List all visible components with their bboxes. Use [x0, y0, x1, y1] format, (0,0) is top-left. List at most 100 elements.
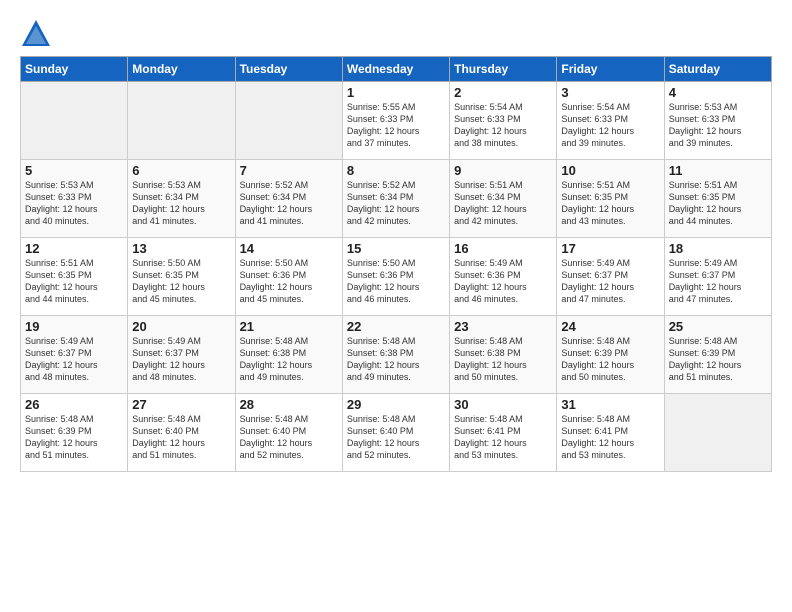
logo: [20, 18, 56, 50]
day-number: 22: [347, 319, 445, 334]
calendar-cell: 21Sunrise: 5:48 AM Sunset: 6:38 PM Dayli…: [235, 316, 342, 394]
calendar-cell: 27Sunrise: 5:48 AM Sunset: 6:40 PM Dayli…: [128, 394, 235, 472]
cell-content: Sunrise: 5:49 AM Sunset: 6:37 PM Dayligh…: [25, 335, 123, 384]
week-row-4: 19Sunrise: 5:49 AM Sunset: 6:37 PM Dayli…: [21, 316, 772, 394]
cell-content: Sunrise: 5:48 AM Sunset: 6:38 PM Dayligh…: [240, 335, 338, 384]
calendar-cell: 31Sunrise: 5:48 AM Sunset: 6:41 PM Dayli…: [557, 394, 664, 472]
calendar-cell: 17Sunrise: 5:49 AM Sunset: 6:37 PM Dayli…: [557, 238, 664, 316]
day-number: 1: [347, 85, 445, 100]
day-number: 26: [25, 397, 123, 412]
day-number: 18: [669, 241, 767, 256]
cell-content: Sunrise: 5:52 AM Sunset: 6:34 PM Dayligh…: [347, 179, 445, 228]
day-number: 4: [669, 85, 767, 100]
calendar-cell: 16Sunrise: 5:49 AM Sunset: 6:36 PM Dayli…: [450, 238, 557, 316]
day-number: 21: [240, 319, 338, 334]
cell-content: Sunrise: 5:48 AM Sunset: 6:41 PM Dayligh…: [561, 413, 659, 462]
calendar-cell: [128, 82, 235, 160]
calendar-cell: 14Sunrise: 5:50 AM Sunset: 6:36 PM Dayli…: [235, 238, 342, 316]
day-number: 6: [132, 163, 230, 178]
cell-content: Sunrise: 5:48 AM Sunset: 6:40 PM Dayligh…: [347, 413, 445, 462]
day-header-friday: Friday: [557, 57, 664, 82]
week-row-1: 1Sunrise: 5:55 AM Sunset: 6:33 PM Daylig…: [21, 82, 772, 160]
calendar-cell: [235, 82, 342, 160]
calendar-cell: 3Sunrise: 5:54 AM Sunset: 6:33 PM Daylig…: [557, 82, 664, 160]
day-number: 13: [132, 241, 230, 256]
cell-content: Sunrise: 5:48 AM Sunset: 6:41 PM Dayligh…: [454, 413, 552, 462]
day-header-saturday: Saturday: [664, 57, 771, 82]
week-row-3: 12Sunrise: 5:51 AM Sunset: 6:35 PM Dayli…: [21, 238, 772, 316]
cell-content: Sunrise: 5:48 AM Sunset: 6:39 PM Dayligh…: [669, 335, 767, 384]
day-number: 27: [132, 397, 230, 412]
calendar-cell: 13Sunrise: 5:50 AM Sunset: 6:35 PM Dayli…: [128, 238, 235, 316]
calendar-cell: 1Sunrise: 5:55 AM Sunset: 6:33 PM Daylig…: [342, 82, 449, 160]
day-number: 10: [561, 163, 659, 178]
cell-content: Sunrise: 5:48 AM Sunset: 6:39 PM Dayligh…: [561, 335, 659, 384]
cell-content: Sunrise: 5:51 AM Sunset: 6:34 PM Dayligh…: [454, 179, 552, 228]
day-header-monday: Monday: [128, 57, 235, 82]
cell-content: Sunrise: 5:48 AM Sunset: 6:38 PM Dayligh…: [347, 335, 445, 384]
day-number: 24: [561, 319, 659, 334]
day-number: 12: [25, 241, 123, 256]
calendar-cell: 18Sunrise: 5:49 AM Sunset: 6:37 PM Dayli…: [664, 238, 771, 316]
calendar-cell: 20Sunrise: 5:49 AM Sunset: 6:37 PM Dayli…: [128, 316, 235, 394]
calendar-cell: 2Sunrise: 5:54 AM Sunset: 6:33 PM Daylig…: [450, 82, 557, 160]
cell-content: Sunrise: 5:49 AM Sunset: 6:37 PM Dayligh…: [669, 257, 767, 306]
week-row-2: 5Sunrise: 5:53 AM Sunset: 6:33 PM Daylig…: [21, 160, 772, 238]
calendar-cell: 10Sunrise: 5:51 AM Sunset: 6:35 PM Dayli…: [557, 160, 664, 238]
day-number: 15: [347, 241, 445, 256]
header-row: SundayMondayTuesdayWednesdayThursdayFrid…: [21, 57, 772, 82]
calendar-cell: 15Sunrise: 5:50 AM Sunset: 6:36 PM Dayli…: [342, 238, 449, 316]
cell-content: Sunrise: 5:52 AM Sunset: 6:34 PM Dayligh…: [240, 179, 338, 228]
cell-content: Sunrise: 5:50 AM Sunset: 6:36 PM Dayligh…: [240, 257, 338, 306]
calendar-cell: 26Sunrise: 5:48 AM Sunset: 6:39 PM Dayli…: [21, 394, 128, 472]
day-number: 3: [561, 85, 659, 100]
day-number: 2: [454, 85, 552, 100]
calendar-cell: 29Sunrise: 5:48 AM Sunset: 6:40 PM Dayli…: [342, 394, 449, 472]
cell-content: Sunrise: 5:51 AM Sunset: 6:35 PM Dayligh…: [561, 179, 659, 228]
calendar-cell: 11Sunrise: 5:51 AM Sunset: 6:35 PM Dayli…: [664, 160, 771, 238]
day-number: 7: [240, 163, 338, 178]
cell-content: Sunrise: 5:51 AM Sunset: 6:35 PM Dayligh…: [25, 257, 123, 306]
day-number: 28: [240, 397, 338, 412]
day-number: 19: [25, 319, 123, 334]
day-number: 14: [240, 241, 338, 256]
cell-content: Sunrise: 5:53 AM Sunset: 6:33 PM Dayligh…: [25, 179, 123, 228]
calendar-cell: [21, 82, 128, 160]
day-header-tuesday: Tuesday: [235, 57, 342, 82]
day-number: 25: [669, 319, 767, 334]
cell-content: Sunrise: 5:53 AM Sunset: 6:34 PM Dayligh…: [132, 179, 230, 228]
day-number: 17: [561, 241, 659, 256]
calendar-cell: 19Sunrise: 5:49 AM Sunset: 6:37 PM Dayli…: [21, 316, 128, 394]
day-header-thursday: Thursday: [450, 57, 557, 82]
day-number: 30: [454, 397, 552, 412]
cell-content: Sunrise: 5:55 AM Sunset: 6:33 PM Dayligh…: [347, 101, 445, 150]
cell-content: Sunrise: 5:54 AM Sunset: 6:33 PM Dayligh…: [454, 101, 552, 150]
cell-content: Sunrise: 5:48 AM Sunset: 6:38 PM Dayligh…: [454, 335, 552, 384]
calendar-cell: 8Sunrise: 5:52 AM Sunset: 6:34 PM Daylig…: [342, 160, 449, 238]
day-number: 8: [347, 163, 445, 178]
cell-content: Sunrise: 5:50 AM Sunset: 6:35 PM Dayligh…: [132, 257, 230, 306]
cell-content: Sunrise: 5:53 AM Sunset: 6:33 PM Dayligh…: [669, 101, 767, 150]
day-number: 20: [132, 319, 230, 334]
calendar-cell: 30Sunrise: 5:48 AM Sunset: 6:41 PM Dayli…: [450, 394, 557, 472]
calendar-cell: 5Sunrise: 5:53 AM Sunset: 6:33 PM Daylig…: [21, 160, 128, 238]
cell-content: Sunrise: 5:49 AM Sunset: 6:37 PM Dayligh…: [132, 335, 230, 384]
day-header-sunday: Sunday: [21, 57, 128, 82]
day-number: 11: [669, 163, 767, 178]
calendar-cell: 23Sunrise: 5:48 AM Sunset: 6:38 PM Dayli…: [450, 316, 557, 394]
cell-content: Sunrise: 5:49 AM Sunset: 6:37 PM Dayligh…: [561, 257, 659, 306]
cell-content: Sunrise: 5:51 AM Sunset: 6:35 PM Dayligh…: [669, 179, 767, 228]
cell-content: Sunrise: 5:49 AM Sunset: 6:36 PM Dayligh…: [454, 257, 552, 306]
calendar-cell: [664, 394, 771, 472]
day-header-wednesday: Wednesday: [342, 57, 449, 82]
cell-content: Sunrise: 5:54 AM Sunset: 6:33 PM Dayligh…: [561, 101, 659, 150]
calendar-cell: 9Sunrise: 5:51 AM Sunset: 6:34 PM Daylig…: [450, 160, 557, 238]
cell-content: Sunrise: 5:50 AM Sunset: 6:36 PM Dayligh…: [347, 257, 445, 306]
header: [20, 18, 772, 50]
calendar-cell: 12Sunrise: 5:51 AM Sunset: 6:35 PM Dayli…: [21, 238, 128, 316]
week-row-5: 26Sunrise: 5:48 AM Sunset: 6:39 PM Dayli…: [21, 394, 772, 472]
day-number: 5: [25, 163, 123, 178]
calendar-cell: 7Sunrise: 5:52 AM Sunset: 6:34 PM Daylig…: [235, 160, 342, 238]
day-number: 31: [561, 397, 659, 412]
calendar-cell: 28Sunrise: 5:48 AM Sunset: 6:40 PM Dayli…: [235, 394, 342, 472]
